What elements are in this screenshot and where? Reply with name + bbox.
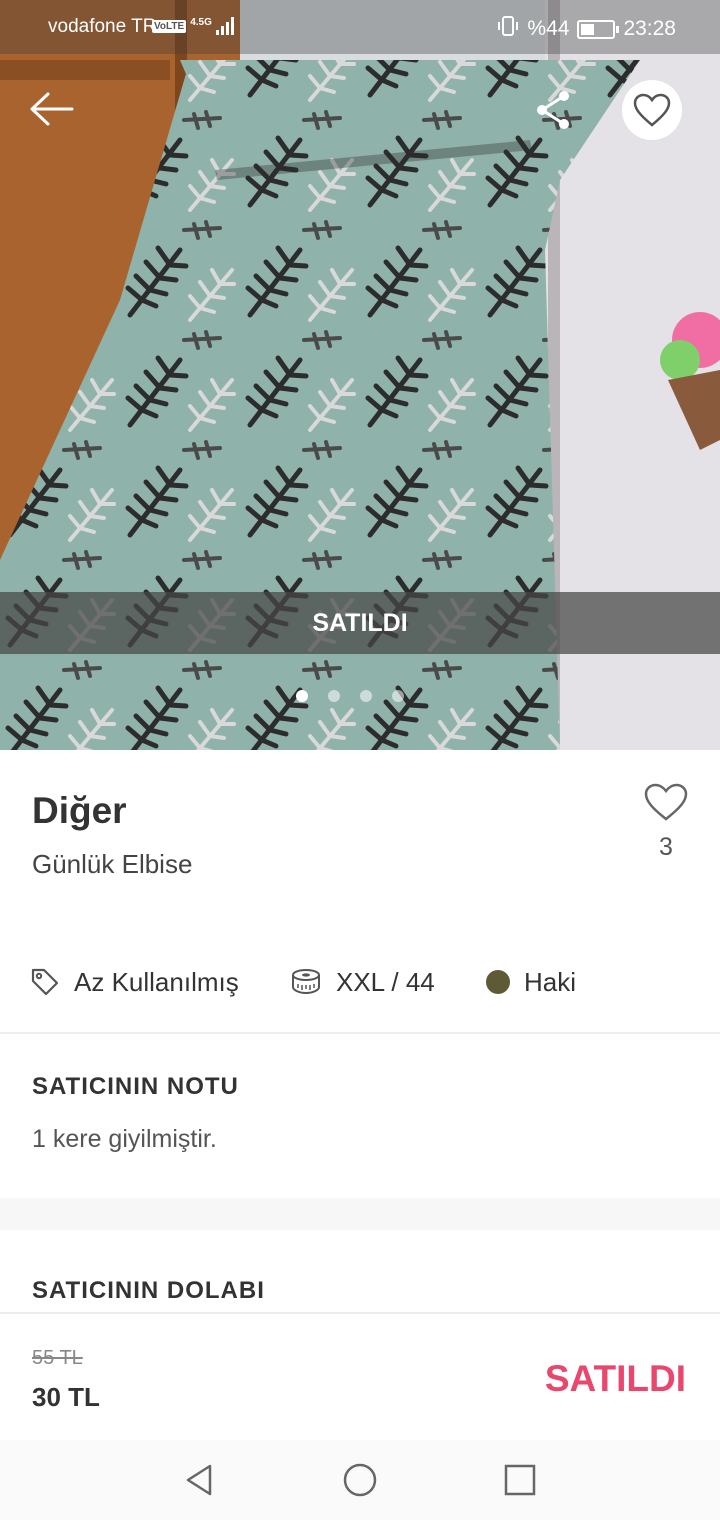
condition-label: Az Kullanılmış	[74, 966, 239, 997]
current-price: 30 TL	[32, 1382, 100, 1412]
sold-status-button[interactable]: SATILDI	[545, 1358, 686, 1400]
network-indicator: VoLTE 4.5G	[152, 17, 234, 35]
system-nav-bar	[0, 1440, 720, 1520]
network-type: 4.5G	[190, 16, 212, 28]
share-button[interactable]	[530, 88, 578, 132]
measuring-tape-icon	[292, 969, 320, 995]
arrow-left-icon	[30, 92, 74, 126]
circle-home-icon	[343, 1463, 377, 1497]
gallery-dot[interactable]	[296, 690, 308, 702]
volte-badge: VoLTE	[152, 19, 187, 33]
price-bar: 55 TL 30 TL SATILDI	[0, 1312, 720, 1440]
square-recents-icon	[504, 1464, 536, 1496]
color-swatch	[486, 970, 510, 994]
product-photo-gallery[interactable]: vodafone TR VoLTE 4.5G %44 23:28 SATILDI	[0, 0, 720, 750]
nav-home-button[interactable]	[340, 1460, 380, 1500]
like-button[interactable]: 3	[640, 782, 692, 862]
nav-back-button[interactable]	[180, 1460, 220, 1500]
vibrate-icon	[497, 15, 519, 43]
color-attribute: Haki	[486, 962, 576, 1002]
gallery-dot[interactable]	[328, 690, 340, 702]
product-attributes: Az Kullanılmış XXL / 44 Haki	[30, 962, 690, 1004]
battery-percent: %44	[527, 17, 570, 40]
signal-icon	[215, 17, 234, 35]
seller-note-text: 1 kere giyilmiştir.	[32, 1125, 217, 1153]
nav-recents-button[interactable]	[500, 1460, 540, 1500]
seller-note-title: SATICININ NOTU	[32, 1073, 239, 1100]
sold-overlay: SATILDI	[0, 592, 720, 654]
status-right: %44 23:28	[497, 15, 676, 43]
carrier-name: vodafone TR	[48, 16, 157, 37]
color-label: Haki	[524, 966, 577, 997]
clock: 23:28	[623, 17, 676, 40]
condition-attribute: Az Kullanılmış	[30, 962, 239, 1002]
back-button[interactable]	[26, 86, 78, 132]
heart-outline-icon	[644, 783, 688, 821]
like-count: 3	[659, 833, 673, 861]
size-attribute: XXL / 44	[290, 962, 435, 1002]
seller-closet-title: SATICININ DOLABI	[32, 1277, 265, 1304]
section-separator	[0, 1198, 720, 1230]
gallery-dot[interactable]	[392, 690, 404, 702]
heart-icon	[633, 93, 671, 127]
old-price: 55 TL	[32, 1347, 83, 1369]
triangle-back-icon	[186, 1464, 212, 1496]
product-category[interactable]: Günlük Elbise	[32, 849, 192, 880]
divider	[0, 1032, 720, 1034]
share-icon	[537, 91, 569, 129]
size-label: XXL / 44	[336, 966, 435, 997]
product-brand[interactable]: Diğer	[32, 790, 127, 832]
battery-icon	[577, 19, 620, 39]
favorite-button[interactable]	[622, 80, 682, 140]
gallery-dot[interactable]	[360, 690, 372, 702]
tag-icon	[31, 968, 59, 996]
status-bar: vodafone TR VoLTE 4.5G %44 23:28	[0, 0, 720, 54]
gallery-pagination	[296, 690, 404, 702]
